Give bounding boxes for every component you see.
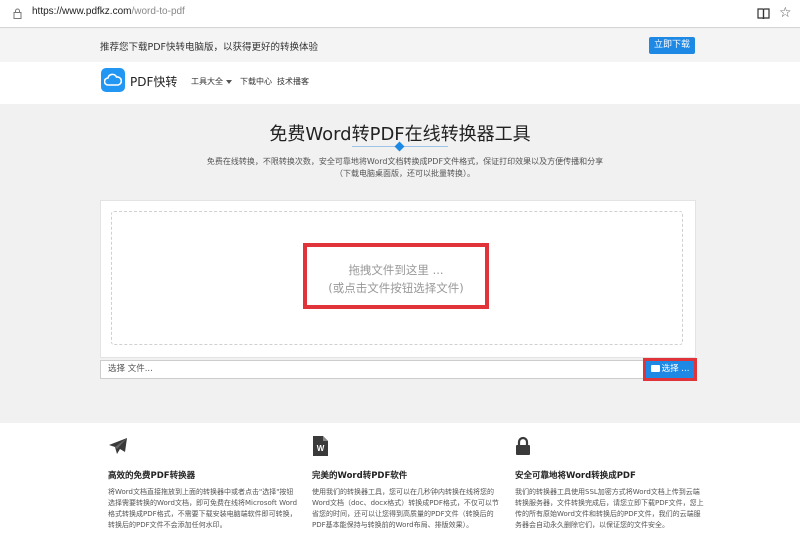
feature-title-1: 高效的免费PDF转换器 [108, 471, 196, 481]
paper-plane-icon [109, 438, 127, 454]
browser-address-bar: https://www.pdfkz.com/word-to-pdf ☆ [0, 0, 800, 28]
url-field[interactable]: https://www.pdfkz.com/word-to-pdf [32, 6, 185, 17]
drop-zone-text: 拖拽文件到这里 ... [348, 263, 444, 277]
choose-file-label: 选择 ... [661, 364, 690, 374]
favorite-star-icon[interactable]: ☆ [779, 4, 792, 22]
url-path: /word-to-pdf [131, 6, 185, 17]
svg-text:W: W [317, 444, 325, 453]
folder-icon [650, 365, 660, 372]
nav-item-tech-blog[interactable]: 技术播客 [277, 76, 309, 87]
feature-text-1: 将Word文档直接拖放到上面的转换器中或者点击"选择"按钮选择需要转换的Word… [108, 488, 298, 529]
promo-text: 推荐您下载PDF快转电脑版，以获得更好的转换体验 [100, 42, 319, 53]
reading-view-icon[interactable] [757, 7, 770, 20]
chevron-down-icon [226, 79, 232, 84]
file-name-field[interactable]: 选择 文件... [100, 360, 644, 379]
brand-name[interactable]: PDF快转 [130, 73, 177, 90]
download-now-button[interactable]: 立即下载 [649, 37, 695, 54]
nav-item-download-center[interactable]: 下载中心 [240, 76, 272, 87]
feature-text-2: 使用我们的转换器工具，您可以在几秒钟内转换在线将您的Word文档（doc、doc… [312, 488, 499, 529]
drop-zone-hint: (或点击文件按钮选择文件) [328, 281, 464, 295]
logo[interactable] [101, 68, 125, 92]
nav-item-tools-label: 工具大全 [191, 77, 223, 86]
lock-icon [13, 8, 22, 19]
promo-bar: 推荐您下载PDF快转电脑版，以获得更好的转换体验 立即下载 [0, 29, 800, 62]
choose-file-button[interactable]: 选择 ... [646, 361, 694, 378]
word-file-icon: W [313, 436, 328, 456]
nav-item-tools[interactable]: 工具大全 [191, 76, 232, 87]
feature-title-2: 完美的Word转PDF软件 [312, 471, 408, 481]
cloud-icon [104, 73, 122, 86]
lock-icon [516, 436, 530, 455]
choose-button-highlight: 选择 ... [643, 358, 697, 381]
feature-text-3: 我们的转换器工具使用SSL加密方式将Word文档上传到云端转换服务器，文件转换完… [515, 488, 704, 529]
url-host: https://www.pdfkz.com [32, 6, 132, 17]
feature-title-3: 安全可靠地将Word转换成PDF [515, 471, 636, 481]
page-description: 免费在线转换，不限转换次数，安全可靠地将Word文档转换成PDF文件格式，保证打… [206, 157, 604, 178]
